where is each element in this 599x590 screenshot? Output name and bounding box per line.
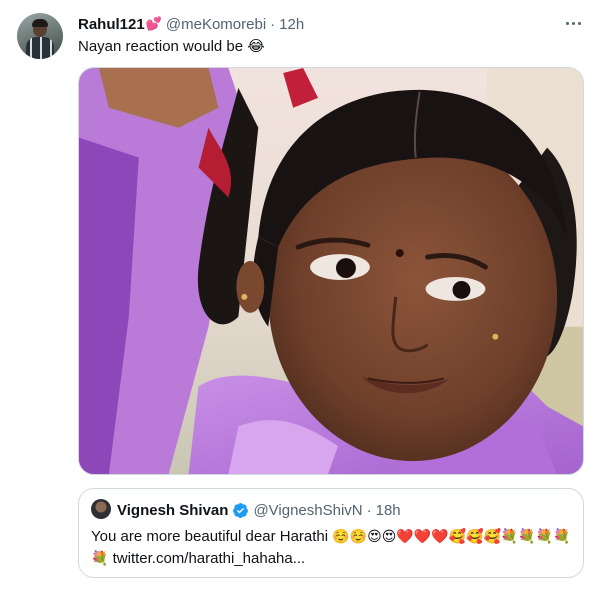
tweet-media-image[interactable] xyxy=(78,67,584,475)
more-dot xyxy=(565,21,569,25)
quoted-tweet-text: You are more beautiful dear Harathi ☺️☺️… xyxy=(91,526,571,570)
user-handle[interactable]: @meKomorebi xyxy=(166,16,266,33)
quoted-tweet-timestamp[interactable]: 18h xyxy=(376,502,401,519)
tweet-timestamp[interactable]: 12h xyxy=(279,16,304,33)
separator-dot: · xyxy=(366,501,372,519)
separator-dot: · xyxy=(270,15,276,33)
heart-emoji: 💕 xyxy=(145,16,162,32)
quoted-user-handle[interactable]: @VigneshShivN xyxy=(253,502,362,519)
media-photo xyxy=(79,68,583,474)
user-avatar[interactable] xyxy=(17,13,63,59)
display-name[interactable]: Rahul121 xyxy=(78,16,145,33)
tweet-header: Rahul121 💕 @meKomorebi · 12h xyxy=(78,14,304,34)
quoted-tweet-header: Vignesh Shivan @VigneshShivN · 18h xyxy=(117,500,401,520)
more-horizontal-icon[interactable] xyxy=(559,12,587,34)
avatar-hair xyxy=(32,19,48,27)
quoted-link[interactable]: twitter.com/harathi_hahaha... xyxy=(113,550,306,567)
quoted-display-name[interactable]: Vignesh Shivan xyxy=(117,502,228,519)
quoted-user-avatar[interactable] xyxy=(91,499,111,519)
laughing-emoji: 😂 xyxy=(247,37,265,55)
quoted-text-content: You are more beautiful dear Harathi xyxy=(91,528,329,545)
more-dot xyxy=(571,21,575,25)
tweet[interactable]: Rahul121 💕 @meKomorebi · 12h Nayan react… xyxy=(0,0,599,590)
avatar-shirt xyxy=(26,37,54,59)
verified-badge-icon xyxy=(233,502,249,518)
tweet-text-content: Nayan reaction would be xyxy=(78,38,244,55)
quoted-tweet[interactable]: Vignesh Shivan @VigneshShivN · 18h You a… xyxy=(78,488,584,578)
tweet-text: Nayan reaction would be 😂 xyxy=(78,36,265,57)
more-dot xyxy=(577,21,581,25)
